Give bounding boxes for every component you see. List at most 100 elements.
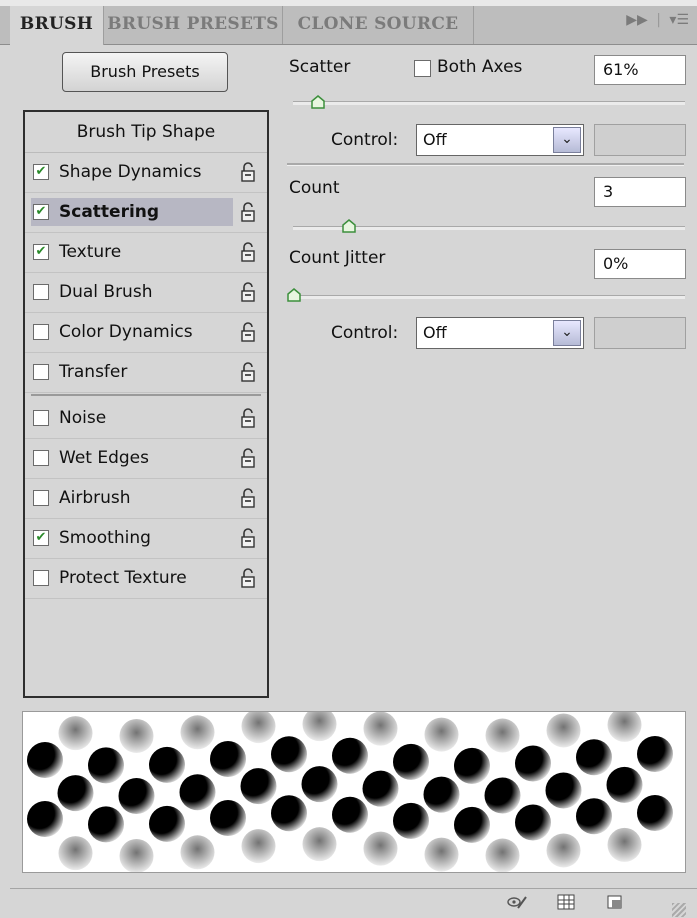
option-label[interactable]: Wet Edges [59,438,149,478]
count-value-field[interactable]: 3 [594,177,686,207]
lock-icon[interactable] [239,568,257,588]
option-checkbox[interactable] [33,284,49,300]
option-label[interactable]: Transfer [59,352,127,392]
option-label[interactable]: Smoothing [59,518,151,558]
lock-icon[interactable] [239,322,257,342]
preview-dot [607,712,642,742]
option-checkbox[interactable] [33,410,49,426]
option-checkbox[interactable] [33,450,49,466]
brush-stroke-preview-graphic [27,712,673,872]
option-checkbox[interactable] [33,364,49,380]
preview-dot [271,736,307,773]
grid-icon[interactable] [556,893,576,911]
option-row-noise[interactable]: Noise [25,398,267,439]
lock-icon[interactable] [239,362,257,382]
brush-presets-button[interactable]: Brush Presets [62,52,228,92]
brush-panel: BRUSH BRUSH PRESETS CLONE SOURCE ▶▶ | ▾☰… [0,0,697,917]
lock-icon[interactable] [239,242,257,262]
preview-dot [362,770,399,807]
preview-dot [546,833,581,868]
option-row-airbrush[interactable]: Airbrush [25,478,267,519]
option-checkbox[interactable] [33,570,49,586]
chevron-down-icon[interactable]: ⌄ [553,127,581,153]
tab-clone-source[interactable]: CLONE SOURCE [283,6,474,44]
preview-dot [241,829,276,864]
count-slider-thumb[interactable] [342,219,356,233]
both-axes-checkbox[interactable] [414,60,431,77]
preview-dot [485,838,520,872]
preview-dot [271,795,307,832]
option-checkbox[interactable]: ✔ [33,164,49,180]
preview-dot [484,777,521,814]
option-row-texture[interactable]: ✔ Texture [25,232,267,273]
option-row-color-dynamics[interactable]: Color Dynamics [25,312,267,353]
preview-dot [119,718,154,753]
option-label[interactable]: Shape Dynamics [59,152,201,192]
lock-icon[interactable] [239,282,257,302]
option-checkbox[interactable] [33,324,49,340]
count-jitter-value-field[interactable]: 0% [594,249,686,279]
option-label[interactable]: Protect Texture [59,558,187,598]
preview-dot [332,796,368,833]
chevron-down-icon[interactable]: ⌄ [553,320,581,346]
brush-tip-shape-item[interactable]: Brush Tip Shape [25,112,267,153]
option-row-dual-brush[interactable]: Dual Brush [25,272,267,313]
option-checkbox[interactable]: ✔ [33,204,49,220]
preview-dot [606,766,643,803]
visibility-brush-icon[interactable] [507,893,527,911]
preview-dot [179,774,216,811]
scatter-label: Scatter [289,57,351,77]
preview-dot [302,712,337,742]
preview-dot [393,743,429,780]
preview-dot [240,768,277,805]
tab-brush-presets[interactable]: BRUSH PRESETS [104,6,283,44]
panel-menu[interactable]: ▶▶ | ▾☰ [626,12,689,28]
option-row-smoothing[interactable]: ✔ Smoothing [25,518,267,559]
count-jitter-control-select[interactable]: Off ⌄ [416,317,584,349]
lock-icon[interactable] [239,448,257,468]
preview-dot [485,718,520,753]
resize-grip[interactable] [672,903,686,917]
lock-icon[interactable] [239,488,257,508]
preview-dot [58,716,93,751]
option-label[interactable]: Color Dynamics [59,312,193,352]
fast-forward-icon[interactable]: ▶▶ [626,12,648,28]
new-preset-icon[interactable] [605,893,625,911]
scatter-slider-track[interactable] [293,101,685,105]
preview-dot [423,776,460,813]
preview-dot [149,746,185,783]
count-jitter-slider-thumb[interactable] [287,288,301,302]
option-checkbox[interactable]: ✔ [33,530,49,546]
option-checkbox[interactable]: ✔ [33,244,49,260]
option-row-scattering[interactable]: ✔ Scattering [25,192,267,233]
preview-dot [515,804,551,841]
option-checkbox[interactable] [33,490,49,506]
preview-dot [424,717,459,752]
option-row-shape-dynamics[interactable]: ✔ Shape Dynamics [25,152,267,193]
count-jitter-slider-track[interactable] [293,295,685,299]
scatter-control-select[interactable]: Off ⌄ [416,124,584,156]
tab-brush[interactable]: BRUSH [10,6,104,45]
preview-dot [241,712,276,744]
lock-icon[interactable] [239,202,257,222]
preview-dot [88,747,124,784]
scatter-value-field[interactable]: 61% [594,55,686,85]
option-label[interactable]: Dual Brush [59,272,152,312]
preview-dot [363,831,398,866]
preview-dot [302,827,337,862]
option-row-protect-texture[interactable]: Protect Texture [25,558,267,599]
scatter-slider-thumb[interactable] [310,95,325,109]
option-label[interactable]: Airbrush [59,478,131,518]
option-label[interactable]: Texture [59,232,121,272]
option-label[interactable]: Scattering [59,192,159,232]
option-row-transfer[interactable]: Transfer [25,352,267,393]
scatter-control-value: Off [423,130,447,149]
lock-icon[interactable] [239,528,257,548]
panel-menu-icon[interactable]: ▾☰ [669,12,689,28]
menu-separator: | [656,12,661,28]
count-label: Count [289,178,340,198]
option-row-wet-edges[interactable]: Wet Edges [25,438,267,479]
lock-icon[interactable] [239,408,257,428]
option-label[interactable]: Noise [59,398,106,438]
lock-icon[interactable] [239,162,257,182]
